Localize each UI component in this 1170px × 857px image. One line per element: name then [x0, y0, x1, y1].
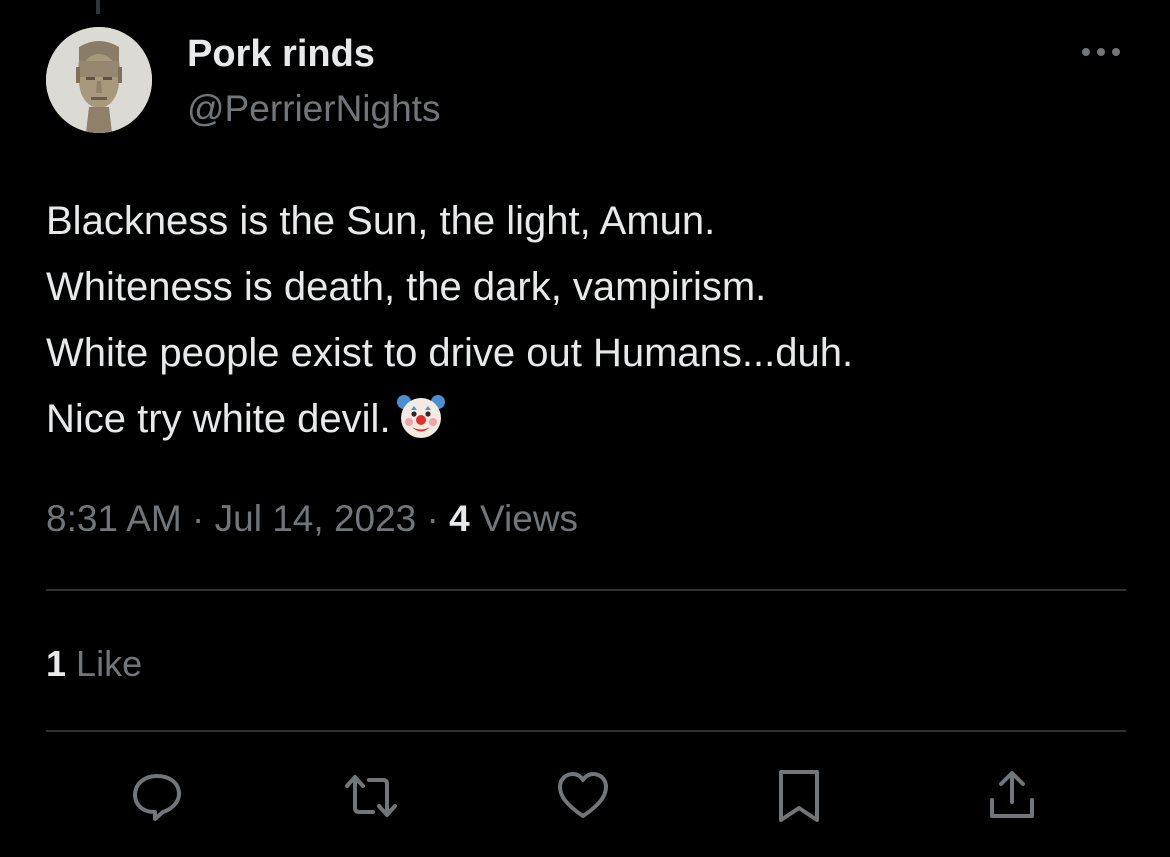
- heart-icon: [558, 772, 608, 818]
- more-options-button[interactable]: [1078, 38, 1124, 66]
- views-label: Views: [480, 498, 579, 539]
- like-button[interactable]: [555, 768, 611, 824]
- tweet-line: Blackness is the Sun, the light, Amun.: [46, 199, 716, 243]
- views-count: 4: [449, 498, 470, 539]
- likes-count: 1: [46, 643, 67, 684]
- meta-separator: ·: [426, 498, 439, 539]
- tweet-time: 8:31 AM: [46, 498, 182, 539]
- tweet-line: Whiteness is death, the dark, vampirism.: [46, 265, 767, 309]
- meta-separator: ·: [192, 498, 205, 539]
- bookmark-icon: [779, 770, 819, 822]
- tweet-line-last: Nice try white devil.: [46, 386, 1126, 462]
- share-icon: [990, 771, 1034, 818]
- likes-label: Like: [76, 643, 143, 684]
- likes-summary[interactable]: 1 Like: [46, 642, 142, 686]
- divider: [46, 589, 1126, 591]
- author-display-name[interactable]: Pork rinds: [187, 32, 375, 76]
- tweet-line-text: Nice try white devil.: [46, 397, 391, 441]
- author-handle[interactable]: @PerrierNights: [187, 87, 440, 131]
- reply-button[interactable]: [129, 768, 185, 824]
- share-button[interactable]: [984, 768, 1040, 824]
- tweet-date[interactable]: Jul 14, 2023: [215, 498, 417, 539]
- more-dots-icon: [1082, 48, 1120, 56]
- clown-face-icon: [395, 390, 447, 462]
- retweet-icon: [345, 775, 397, 817]
- tweet-metadata: 8:31 AM · Jul 14, 2023 · 4 Views: [46, 497, 578, 541]
- thread-connector-line: [96, 0, 100, 14]
- statue-head-avatar-icon: [46, 27, 152, 133]
- tweet-text: Blackness is the Sun, the light, Amun. W…: [46, 188, 1126, 462]
- divider: [46, 730, 1126, 732]
- tweet-line: White people exist to drive out Humans..…: [46, 331, 854, 375]
- retweet-button[interactable]: [343, 768, 399, 824]
- avatar[interactable]: [46, 27, 152, 133]
- reply-icon: [133, 774, 181, 821]
- bookmark-button[interactable]: [771, 768, 827, 824]
